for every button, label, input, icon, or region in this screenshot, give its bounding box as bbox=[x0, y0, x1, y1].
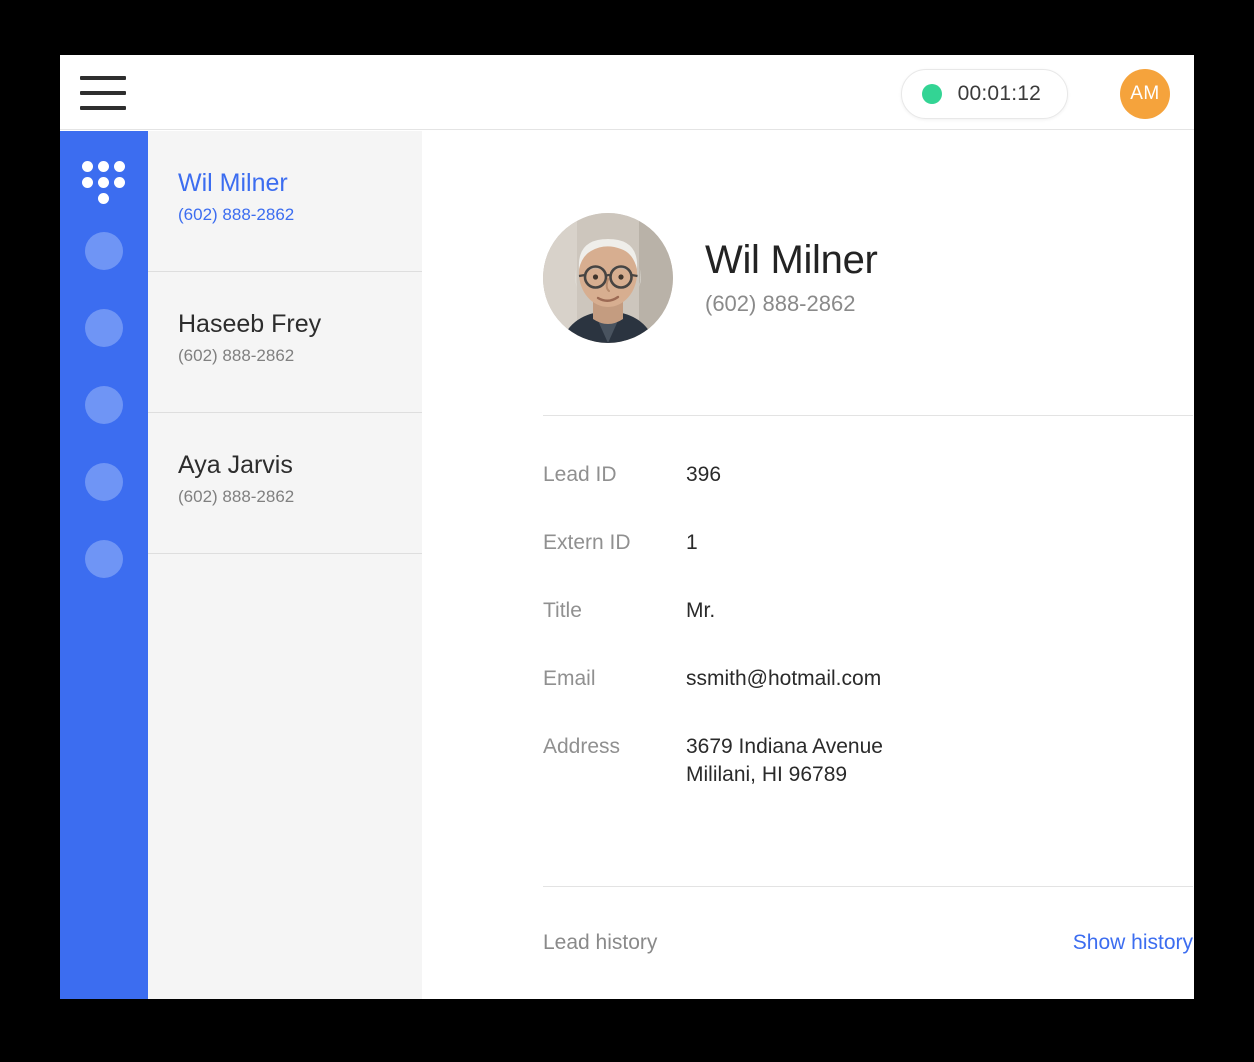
app-window: 00:01:12 AM Wil Milner (602) 888-2862 Ha… bbox=[60, 55, 1194, 999]
field-label: Address bbox=[543, 735, 621, 758]
contact-phone: (602) 888-2862 bbox=[178, 205, 295, 224]
hamburger-bar bbox=[80, 76, 126, 80]
field-value: 1 bbox=[686, 531, 698, 554]
field-value: 396 bbox=[686, 463, 722, 486]
lead-fields: Lead ID 396 Extern ID 1 Title Mr. Email … bbox=[543, 461, 1193, 789]
rail-nav-item[interactable] bbox=[85, 540, 123, 578]
contact-phone: (602) 888-2862 bbox=[178, 487, 295, 506]
profile-phone: (602) 888-2862 bbox=[705, 291, 856, 316]
rail-nav-item[interactable] bbox=[85, 309, 123, 347]
field-label: Lead ID bbox=[543, 463, 617, 486]
top-bar: 00:01:12 AM bbox=[60, 55, 1194, 130]
status-dot-icon bbox=[921, 84, 942, 104]
field-value: Mr. bbox=[686, 599, 716, 622]
hamburger-menu-icon[interactable] bbox=[80, 73, 128, 113]
dialpad-dot bbox=[114, 177, 125, 188]
page-title: Wil Milner bbox=[705, 238, 878, 282]
field-label: Extern ID bbox=[543, 531, 631, 554]
field-row: Extern ID 1 bbox=[543, 529, 1193, 557]
field-value: 3679 Indiana Avenue Mililani, HI 96789 bbox=[686, 735, 883, 786]
field-label: Email bbox=[543, 667, 596, 690]
dialpad-dot bbox=[82, 177, 93, 188]
dialpad-dot bbox=[82, 161, 93, 172]
field-label: Title bbox=[543, 599, 582, 622]
profile-photo bbox=[543, 213, 673, 343]
contact-list: Wil Milner (602) 888-2862 Haseeb Frey (6… bbox=[148, 131, 422, 999]
show-history-link[interactable]: Show history bbox=[1073, 931, 1193, 955]
contact-name: Aya Jarvis bbox=[178, 451, 293, 479]
profile-text: Wil Milner (602) 888-2862 bbox=[705, 236, 878, 320]
field-value: ssmith@hotmail.com bbox=[686, 667, 882, 690]
hamburger-bar bbox=[80, 106, 126, 110]
call-timer-value: 00:01:12 bbox=[957, 82, 1041, 105]
divider bbox=[543, 415, 1193, 416]
field-row: Address 3679 Indiana Avenue Mililani, HI… bbox=[543, 733, 1193, 789]
list-item[interactable]: Haseeb Frey (602) 888-2862 bbox=[148, 272, 422, 413]
field-row: Email ssmith@hotmail.com bbox=[543, 665, 1193, 693]
list-item[interactable]: Wil Milner (602) 888-2862 bbox=[148, 131, 422, 272]
dialpad-dot bbox=[98, 193, 109, 204]
dialpad-dot bbox=[98, 177, 109, 188]
avatar[interactable]: AM bbox=[1120, 69, 1170, 119]
dialpad-icon[interactable] bbox=[82, 161, 126, 204]
field-row: Title Mr. bbox=[543, 597, 1193, 625]
field-row: Lead ID 396 bbox=[543, 461, 1193, 489]
divider bbox=[543, 886, 1193, 887]
lead-history-label: Lead history bbox=[543, 931, 658, 954]
contact-name: Haseeb Frey bbox=[178, 310, 322, 338]
dialpad-dot bbox=[114, 161, 125, 172]
profile-header: Wil Milner (602) 888-2862 bbox=[543, 213, 878, 343]
avatar-initials: AM bbox=[1130, 83, 1160, 104]
nav-rail bbox=[60, 131, 148, 999]
call-timer[interactable]: 00:01:12 bbox=[900, 69, 1068, 119]
contact-phone: (602) 888-2862 bbox=[178, 346, 295, 365]
contact-name: Wil Milner bbox=[178, 169, 288, 197]
hamburger-bar bbox=[80, 91, 126, 95]
rail-nav-item[interactable] bbox=[85, 386, 123, 424]
dialpad-dot bbox=[98, 161, 109, 172]
lead-history-row: Lead history Show history bbox=[543, 931, 1193, 955]
list-item[interactable]: Aya Jarvis (602) 888-2862 bbox=[148, 413, 422, 554]
rail-nav-item[interactable] bbox=[85, 463, 123, 501]
lead-detail-pane: Wil Milner (602) 888-2862 Lead ID 396 Ex… bbox=[422, 131, 1194, 999]
rail-nav-item[interactable] bbox=[85, 232, 123, 270]
